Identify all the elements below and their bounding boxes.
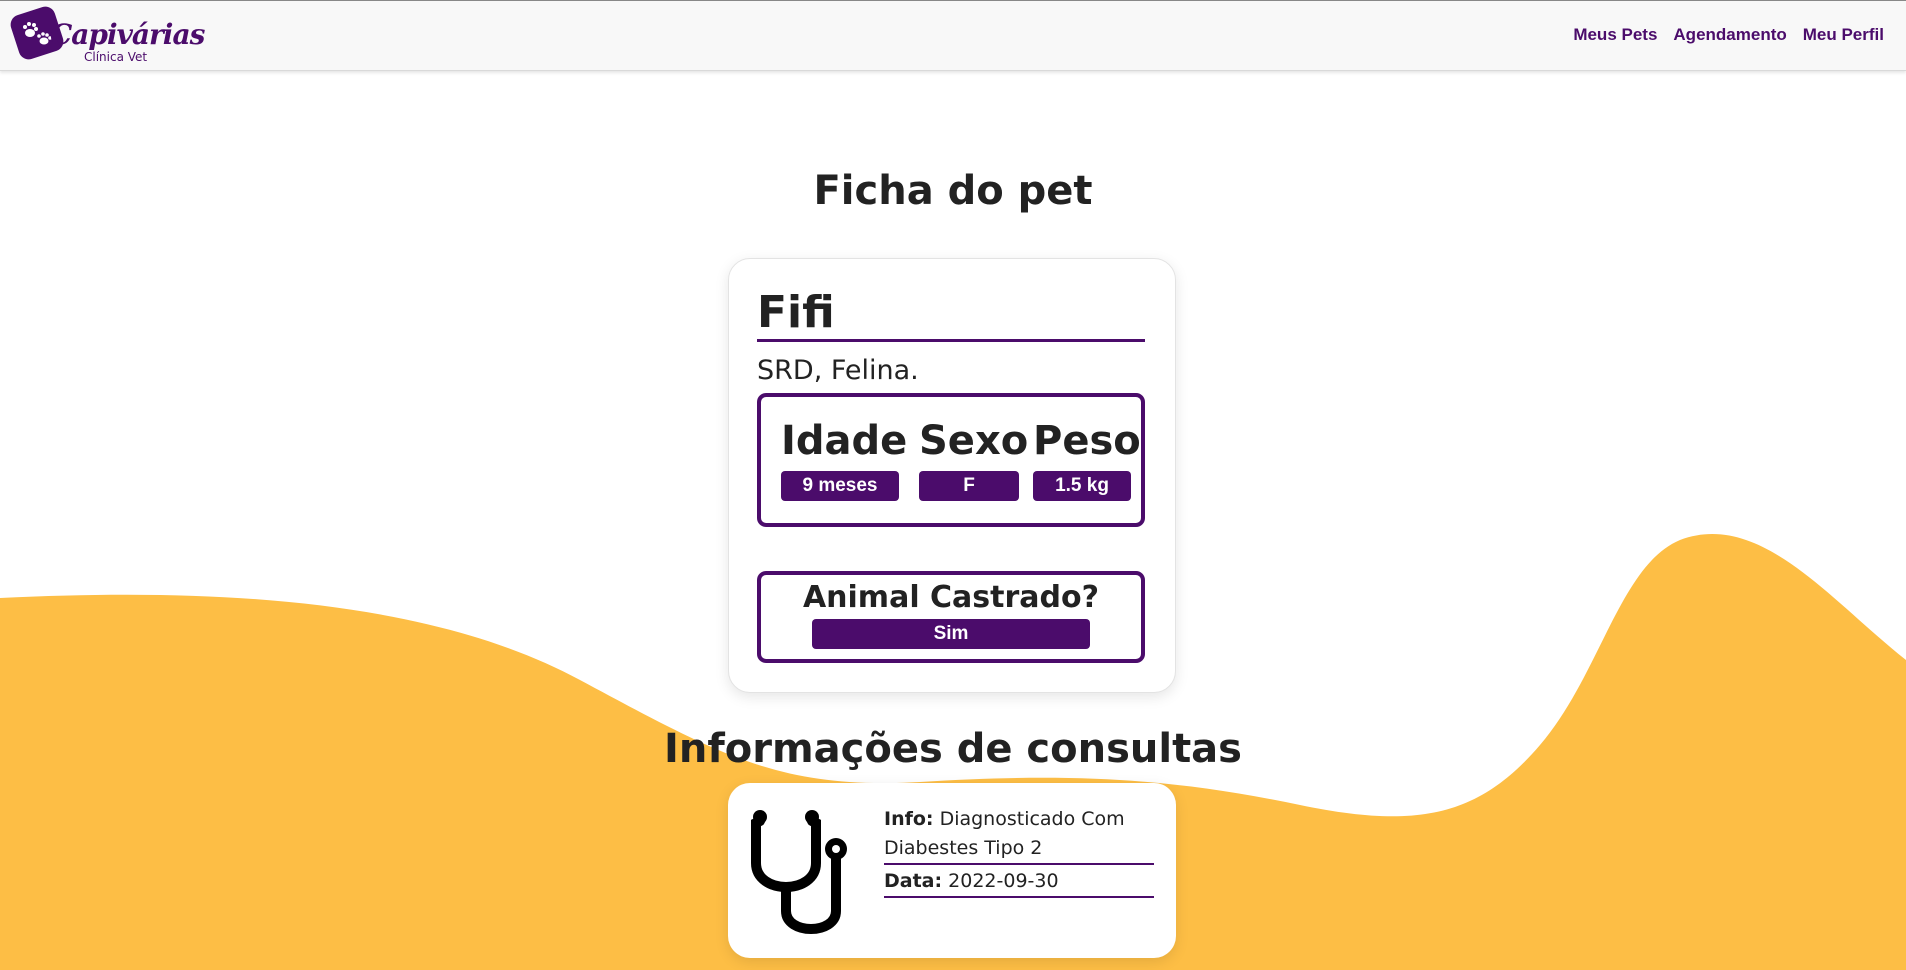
brand-subtitle: Clínica Vet [84, 50, 148, 64]
stat-idade-badge: 9 meses [781, 471, 899, 501]
consult-date-value: 2022-09-30 [948, 870, 1059, 892]
stat-sexo: Sexo F [919, 417, 1029, 501]
consult-date-row: Data: 2022-09-30 [884, 867, 1154, 898]
nav-links: Meus Pets Agendamento Meu Perfil [1573, 25, 1884, 45]
paw-icon [23, 22, 52, 45]
navbar: Capivárias Clínica Vet Meus Pets Agendam… [0, 0, 1906, 71]
castrado-box: Animal Castrado? Sim [757, 571, 1145, 663]
stethoscope-icon [751, 810, 847, 934]
stat-peso-badge: 1.5 kg [1033, 471, 1131, 501]
brand-logo[interactable]: Capivárias Clínica Vet [8, 4, 205, 66]
stat-peso-label: Peso [1033, 418, 1141, 464]
nav-link-meu-perfil[interactable]: Meu Perfil [1803, 25, 1884, 45]
stat-idade-label: Idade [781, 418, 908, 464]
stat-peso: Peso 1.5 kg [1033, 417, 1141, 501]
page-title: Ficha do pet [813, 168, 1093, 214]
pet-breed: SRD, Felina. [757, 355, 919, 386]
consultas-title: Informações de consultas [664, 726, 1242, 772]
pet-name: Fifi [757, 287, 1145, 342]
consult-info-row: Info: Diagnosticado Com Diabestes Tipo 2 [884, 805, 1154, 865]
castrado-label: Animal Castrado? [802, 580, 1100, 615]
consult-info-label: Info: [884, 808, 934, 830]
consult-info: Info: Diagnosticado Com Diabestes Tipo 2… [884, 805, 1154, 898]
pet-stats-box: Idade 9 meses Sexo F Peso 1.5 kg [757, 393, 1145, 527]
nav-link-agendamento[interactable]: Agendamento [1673, 25, 1786, 45]
consult-date-label: Data: [884, 870, 943, 892]
stat-sexo-badge: F [919, 471, 1019, 501]
nav-link-meus-pets[interactable]: Meus Pets [1573, 25, 1657, 45]
castrado-badge: Sim [812, 619, 1090, 649]
pet-card: Fifi SRD, Felina. Idade 9 meses Sexo F P… [728, 258, 1176, 693]
stat-idade: Idade 9 meses [781, 417, 908, 501]
consult-card: Info: Diagnosticado Com Diabestes Tipo 2… [728, 783, 1176, 958]
brand-name: Capivárias [50, 18, 205, 51]
stat-sexo-label: Sexo [919, 418, 1029, 464]
